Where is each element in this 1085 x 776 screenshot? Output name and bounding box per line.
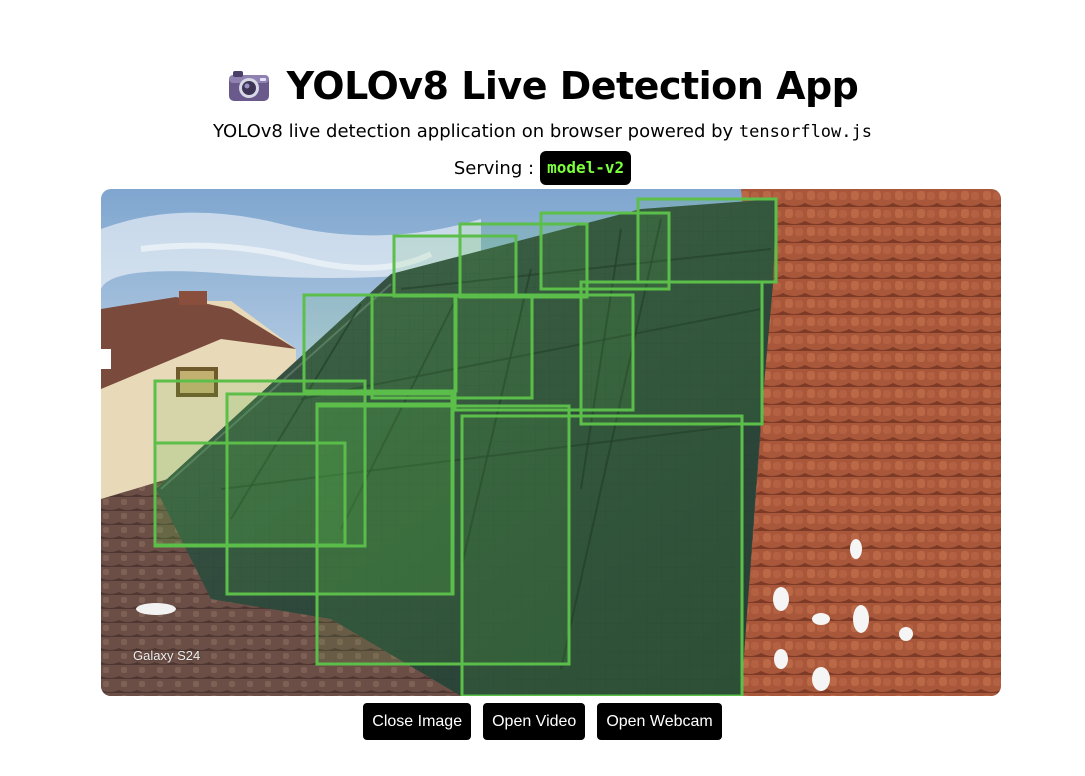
title-row: YOLOv8 Live Detection App — [0, 56, 1085, 116]
serving-label: Serving : — [453, 157, 535, 179]
subtitle-code: tensorflow.js — [738, 122, 872, 142]
model-badge: model-v2 — [540, 151, 632, 185]
detection-box — [636, 197, 778, 284]
subtitle: YOLOv8 live detection application on bro… — [0, 119, 1085, 145]
camera-icon — [227, 69, 271, 103]
subtitle-text: YOLOv8 live detection application on bro… — [213, 121, 739, 142]
button-bar: Close Image Open Video Open Webcam — [0, 703, 1085, 740]
image-watermark: Galaxy S24 — [133, 648, 201, 663]
serving-row: Serving : model-v2 — [0, 150, 1085, 186]
detection-image: Galaxy S24 — [101, 189, 1001, 696]
detection-box — [460, 414, 744, 696]
detection-box — [579, 280, 764, 426]
header: YOLOv8 Live Detection App YOLOv8 live de… — [0, 56, 1085, 186]
open-video-button[interactable]: Open Video — [483, 703, 586, 740]
page-title: YOLOv8 Live Detection App — [286, 64, 859, 108]
close-image-button[interactable]: Close Image — [363, 703, 472, 740]
scene-image — [101, 189, 1001, 696]
open-webcam-button[interactable]: Open Webcam — [597, 703, 722, 740]
